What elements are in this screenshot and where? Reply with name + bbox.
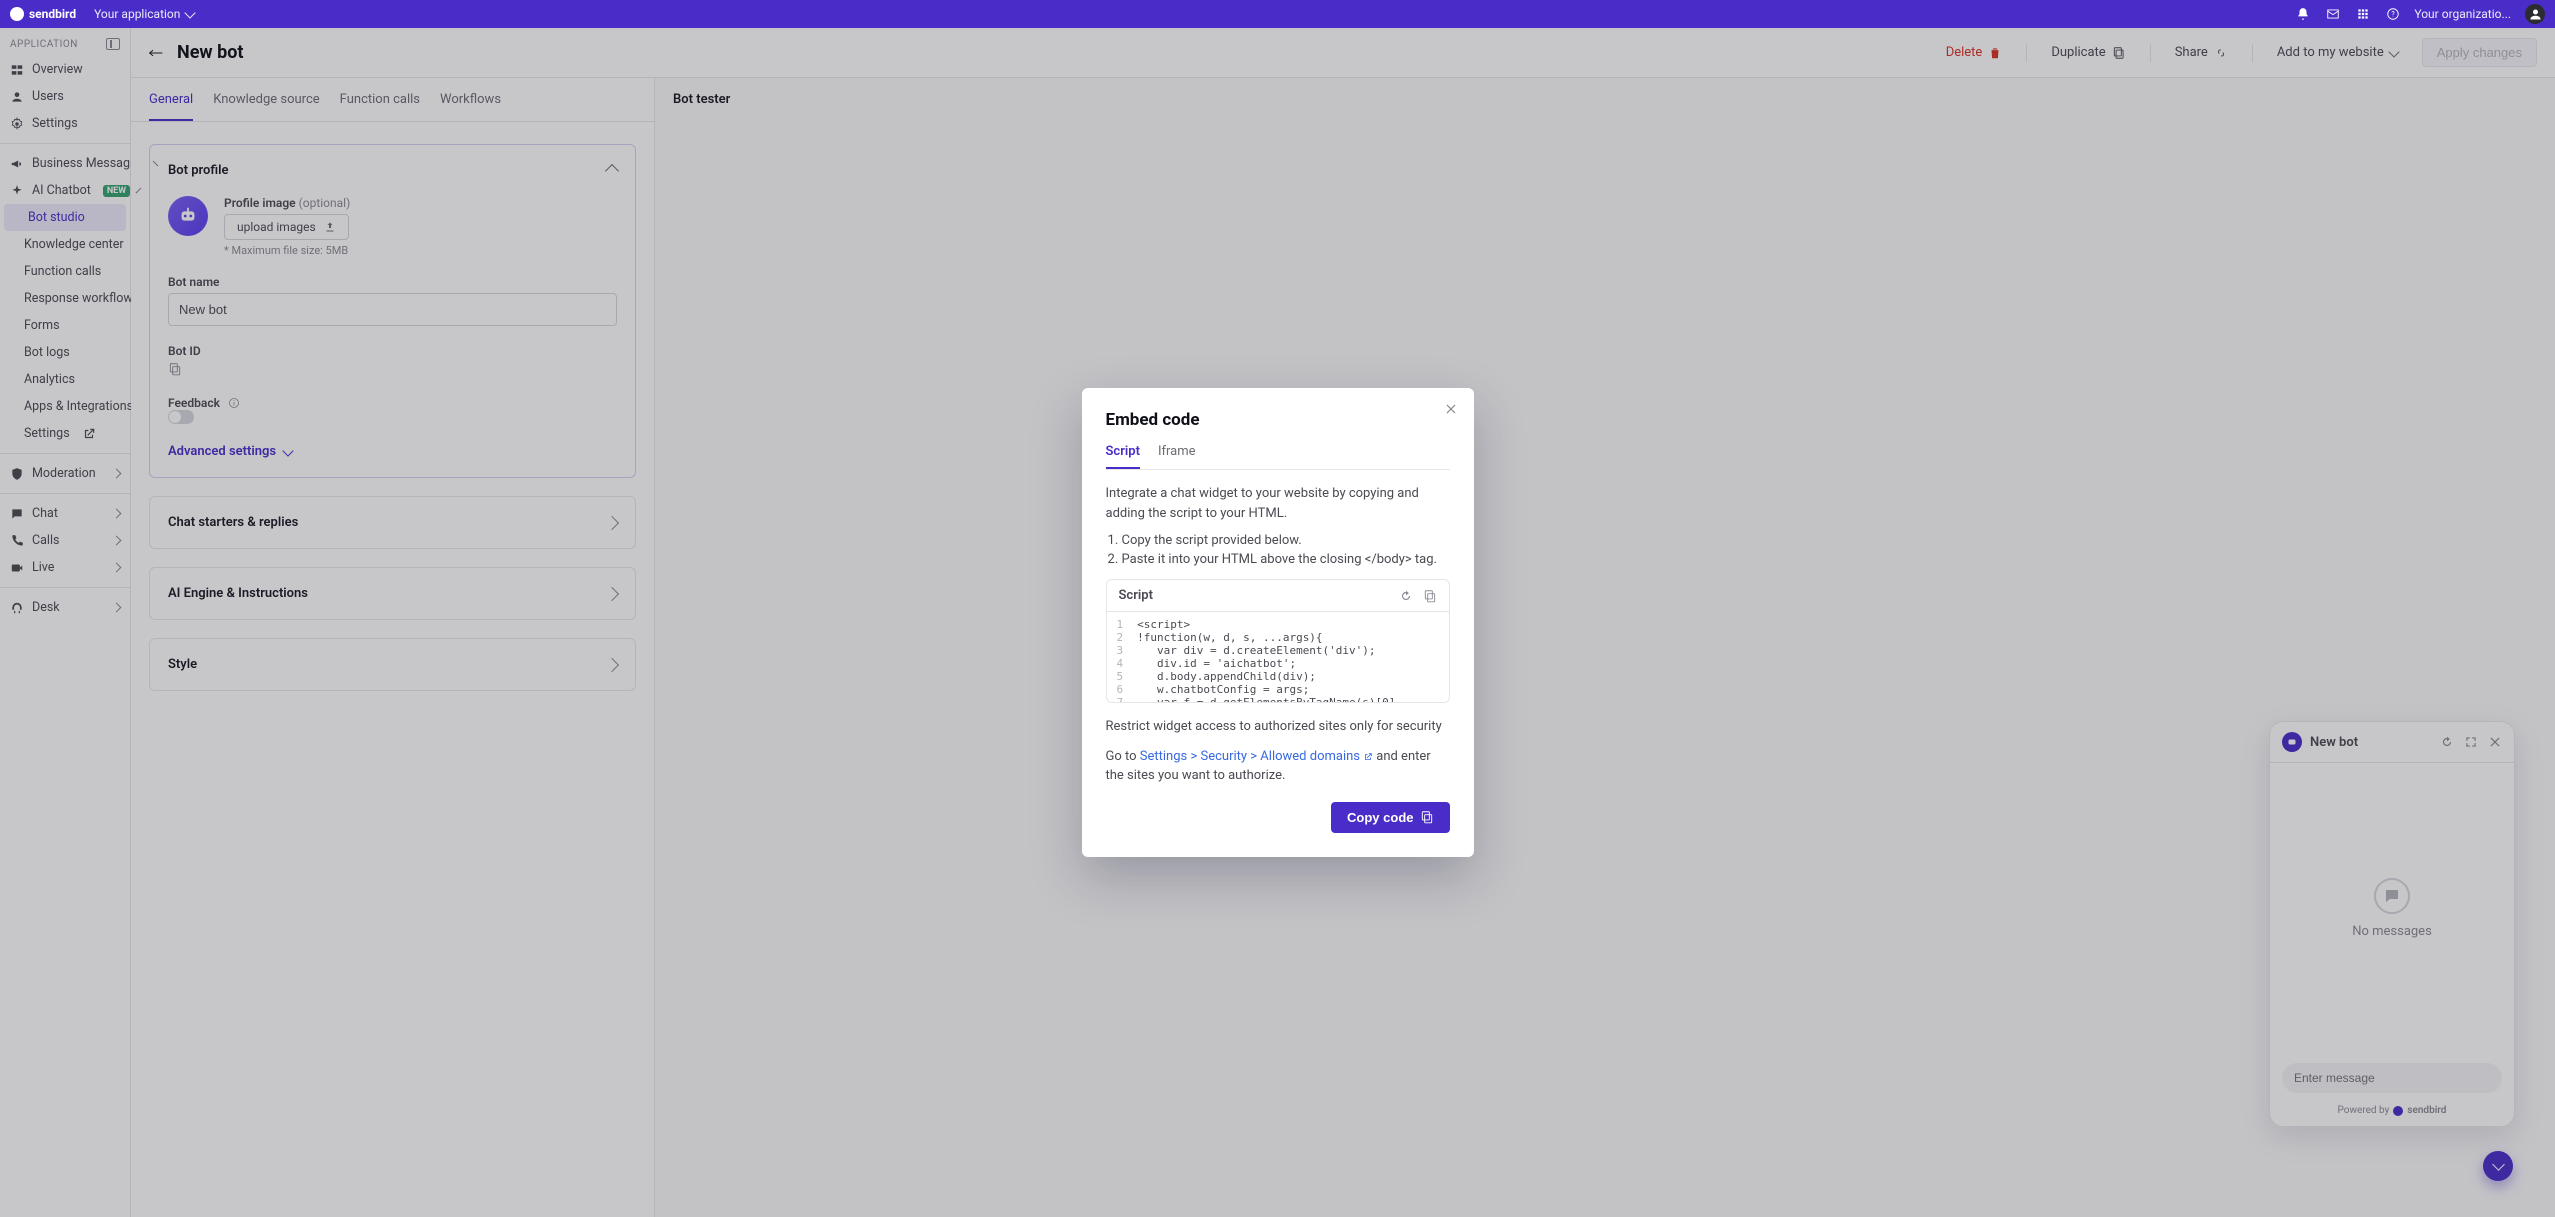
restrict-text: Restrict widget access to authorized sit… [1106,717,1450,737]
code-script-card: Script 1234567 <script> !function(w, d, … [1106,579,1450,703]
brand-logo: sendbird [10,7,76,21]
modal-title: Embed code [1106,410,1450,430]
topbar: sendbird Your application ? Your organiz… [0,0,2555,28]
step-2: Paste it into your HTML above the closin… [1122,552,1450,567]
bell-icon[interactable] [2296,7,2310,21]
modal-steps: Copy the script provided below. Paste it… [1122,533,1450,567]
brand-name: sendbird [29,7,76,21]
modal-intro: Integrate a chat widget to your website … [1106,484,1450,523]
restrict-line-2: Go to Settings > Security > Allowed doma… [1106,747,1450,786]
modal-tab-iframe[interactable]: Iframe [1158,444,1196,469]
svg-text:?: ? [2392,10,2396,18]
app-switcher[interactable]: Your application [94,7,194,21]
step-1: Copy the script provided below. [1122,533,1450,548]
user-avatar[interactable] [2525,4,2545,24]
modal-backdrop[interactable]: Embed code Script Iframe Integrate a cha… [0,28,2555,1217]
topbar-actions: ? [2296,7,2400,21]
close-icon[interactable] [1444,402,1458,416]
brand-mark-icon [10,7,24,21]
copy-icon[interactable] [1413,589,1437,603]
copy-code-button[interactable]: Copy code [1331,802,1449,833]
refresh-icon[interactable] [1389,589,1413,603]
allowed-domains-link[interactable]: Settings > Security > Allowed domains [1140,747,1373,767]
modal-tabs: Script Iframe [1106,444,1450,470]
embed-code-modal: Embed code Script Iframe Integrate a cha… [1082,388,1474,857]
modal-tab-script[interactable]: Script [1106,444,1140,469]
code-title: Script [1119,588,1389,603]
org-name[interactable]: Your organizatio... [2414,7,2511,21]
mail-icon[interactable] [2326,7,2340,21]
app-name-label: Your application [94,7,180,21]
copy-code-label: Copy code [1347,810,1413,825]
apps-icon[interactable] [2356,7,2370,21]
chevron-down-icon [185,7,196,18]
help-icon[interactable]: ? [2386,7,2400,21]
